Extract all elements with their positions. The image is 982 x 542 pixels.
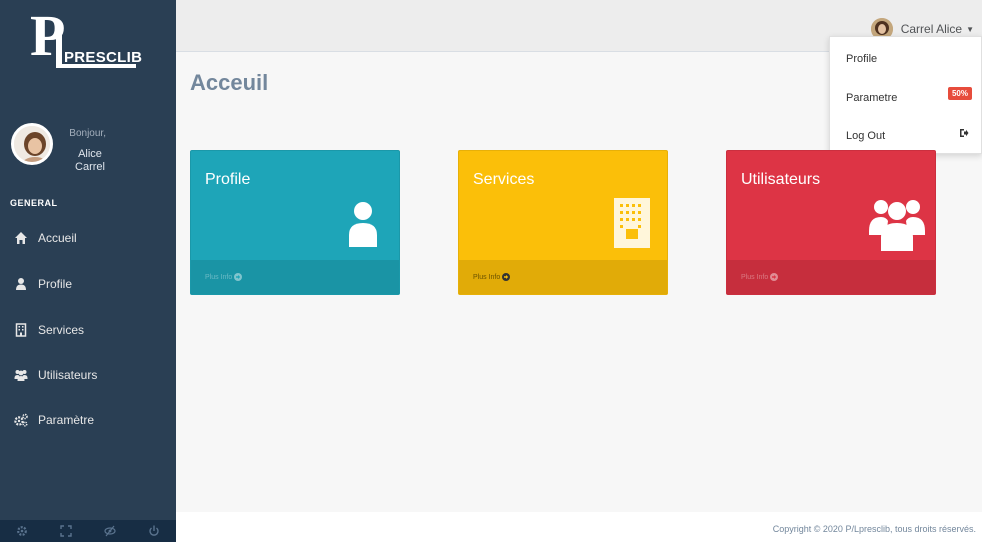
logo-l-bar [56, 22, 62, 68]
user-first-name: Alice [78, 148, 102, 160]
users-icon [14, 370, 28, 381]
caret-down-icon: ▼ [966, 24, 974, 34]
card-title: Utilisateurs [741, 171, 821, 188]
more-info-label: Plus Info [741, 273, 769, 281]
more-info-label: Plus Info [205, 273, 233, 281]
sidebar-item-label: Paramètre [38, 413, 95, 427]
logo-text: PRESCLIB [64, 49, 143, 66]
user-icon [16, 278, 26, 290]
fullscreen-icon[interactable] [60, 525, 72, 537]
arrow-circle-right-icon [234, 273, 243, 281]
sidebar-item-label: Services [38, 323, 85, 337]
user-last-name: Carrel [75, 161, 105, 173]
more-info-link[interactable]: Plus Info [205, 273, 243, 281]
power-icon[interactable] [148, 525, 160, 537]
greeting-text: Bonjour, [69, 128, 106, 139]
avatar [11, 123, 53, 165]
dropdown-item-parametre[interactable]: Parametre [846, 92, 897, 104]
settings-icon[interactable] [16, 525, 28, 537]
cogs-icon [14, 413, 28, 427]
top-user-name: Carrel Alice [900, 22, 963, 36]
card-footer: Plus Info [727, 260, 935, 294]
users-icon [869, 200, 925, 251]
sidebar-item-label: Utilisateurs [38, 368, 98, 382]
more-info-link[interactable]: Plus Info [473, 273, 511, 281]
sidebar: P PRESCLIB Bonjour, Alice Carrel GENERAL… [0, 0, 176, 542]
sidebar-item-utilisateurs[interactable]: Utilisateurs [0, 358, 176, 392]
card-profile[interactable]: Profile Plus Info [190, 150, 400, 295]
building-icon [15, 323, 27, 337]
card-services[interactable]: Services Plus Info [458, 150, 668, 295]
page-footer: Copyright © 2020 P/Lpresclib, tous droit… [176, 512, 982, 542]
sidebar-profile: Bonjour, Alice Carrel [0, 112, 176, 192]
percent-badge: 50% [947, 87, 972, 100]
sidebar-item-accueil[interactable]: Accueil [0, 221, 176, 255]
card-title: Profile [205, 171, 251, 188]
sidebar-item-label: Profile [38, 277, 73, 291]
copyright-text: Copyright © 2020 P/Lpresclib, tous droit… [772, 524, 976, 534]
card-utilisateurs[interactable]: Utilisateurs Plus Info [726, 150, 936, 295]
arrow-circle-right-icon [502, 273, 511, 281]
user-name: Alice Carrel [74, 148, 106, 174]
sidebar-item-profile[interactable]: Profile [0, 267, 176, 301]
page-title: Acceuil [190, 70, 269, 95]
logo[interactable]: P PRESCLIB [0, 0, 176, 90]
section-title: GENERAL [10, 198, 58, 208]
card-title: Services [473, 171, 535, 188]
card-footer: Plus Info [191, 260, 399, 294]
user-icon [349, 202, 377, 247]
sidebar-footer [0, 520, 176, 542]
sidebar-item-label: Accueil [38, 231, 77, 245]
arrow-circle-right-icon [770, 273, 779, 281]
dropdown-item-profile[interactable]: Profile [846, 53, 877, 65]
avatar-photo [14, 126, 50, 162]
more-info-label: Plus Info [473, 273, 501, 281]
building-icon [614, 198, 650, 248]
more-info-link[interactable]: Plus Info [741, 273, 779, 281]
sidebar-item-services[interactable]: Services [0, 313, 176, 347]
sidebar-item-parametre[interactable]: Paramètre [0, 403, 176, 437]
dropdown-item-logout[interactable]: Log Out [846, 130, 885, 142]
user-dropdown-menu: Profile Parametre 50% Log Out [829, 36, 982, 154]
sign-out-icon[interactable] [959, 128, 969, 138]
card-footer: Plus Info [459, 260, 667, 294]
hide-icon[interactable] [104, 525, 116, 537]
home-icon [15, 232, 27, 244]
